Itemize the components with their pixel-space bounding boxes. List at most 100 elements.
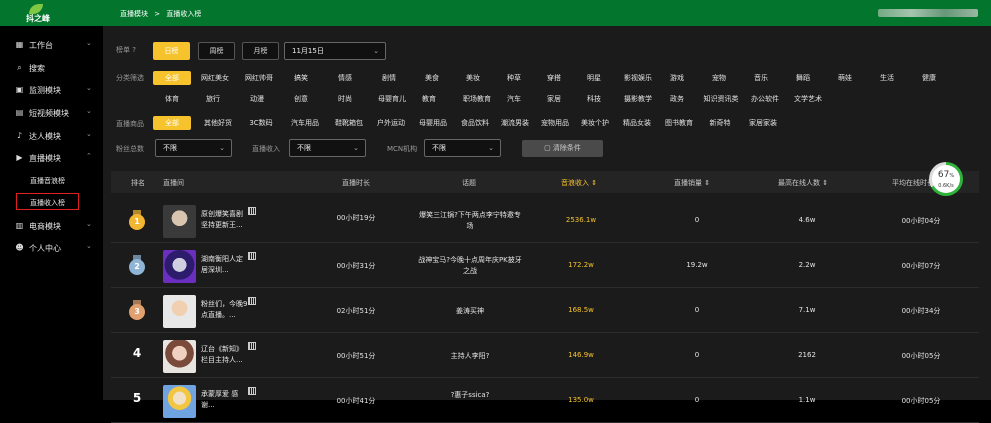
category-chip-r2-9[interactable]: 家居 [538,92,570,106]
avatar[interactable] [163,205,196,238]
anchor-name[interactable]: 原创爆笑喜剧坚持更新王... [201,209,249,231]
category-chip-6[interactable]: 美食 [416,71,448,85]
category-chip-r2-7[interactable]: 职场教育 [457,92,497,106]
category-chip-r2-1[interactable]: 旅行 [197,92,229,106]
category-chip-14[interactable]: 音乐 [745,71,777,85]
qr-code-icon[interactable] [248,387,256,395]
category-chip-10[interactable]: 明星 [578,71,610,85]
sidebar-item-search[interactable]: ⌕ 搜索 [0,61,103,75]
category-chip-4[interactable]: 情感 [329,71,361,85]
avatar[interactable] [163,250,196,283]
category-chip-8[interactable]: 种草 [498,71,530,85]
category-chip-13[interactable]: 宠物 [703,71,735,85]
goods-chip-3[interactable]: 汽车用品 [285,116,325,130]
chevron-down-icon: ⌄ [86,107,92,115]
table-row[interactable]: 5 承蒙厚爱 感谢... 00小时41分 ?惠子ssica? 135.0w 0 … [111,379,979,423]
network-speed-widget[interactable]: 67% 0.6K/s [929,162,963,196]
category-chip-15[interactable]: 舞蹈 [787,71,819,85]
income-select[interactable]: 不限 ⌄ [289,139,366,157]
sidebar-subitem-income-rank[interactable]: 直播收入榜 [16,193,79,210]
goods-chip-4[interactable]: 鞋靴箱包 [329,116,369,130]
qr-code-icon[interactable] [248,297,256,305]
category-chip-r2-10[interactable]: 科技 [578,92,610,106]
goods-chip-12[interactable]: 图书教育 [659,116,699,130]
breadcrumb-parent[interactable]: 直播模块 [120,10,148,18]
category-chip-r2-2[interactable]: 动漫 [241,92,273,106]
col-peak-online-sortable[interactable]: 最高在线人数 ⇕ [778,178,828,188]
category-chip-1[interactable]: 网红美女 [197,71,233,85]
goods-chip-2[interactable]: 3C数码 [241,116,281,130]
sidebar-item-profile[interactable]: ☻ 个人中心 ⌄ [0,241,103,255]
income-cell: 172.2w [568,261,594,269]
sidebar-item-workbench[interactable]: ▦ 工作台 ⌄ [0,38,103,52]
avatar[interactable] [163,295,196,328]
sidebar-item-ecommerce[interactable]: ▥ 电商模块 ⌄ [0,219,103,233]
brand-logo[interactable]: 抖之峰 [26,4,52,23]
mcn-select[interactable]: 不限 ⌄ [424,139,501,157]
goods-chip-6[interactable]: 母婴用品 [413,116,453,130]
anchor-name[interactable]: 承蒙厚爱 感谢... [201,389,249,411]
category-chip-r2-0[interactable]: 体育 [153,92,191,106]
category-chip-r2-3[interactable]: 创意 [285,92,317,106]
category-chip-9[interactable]: 穿搭 [538,71,570,85]
goods-chip-8[interactable]: 潮流男装 [495,116,535,130]
sidebar-item-monitor[interactable]: ▣ 监测模块 ⌄ [0,83,103,97]
avatar[interactable] [163,340,196,373]
sidebar-item-short-video[interactable]: ▤ 短视频模块 ⌄ [0,106,103,120]
category-chip-18[interactable]: 健康 [913,71,945,85]
goods-chip-9[interactable]: 宠物用品 [535,116,575,130]
table-row[interactable]: 1 原创爆笑喜剧坚持更新王... 00小时19分 爆笑三江锅?下午两点李宁特邀专… [111,199,979,243]
goods-chip-11[interactable]: 精品女装 [617,116,657,130]
category-chip-11[interactable]: 影视娱乐 [618,71,658,85]
col-income-sortable[interactable]: 音浪收入 ⇕ [561,178,597,188]
table-row[interactable]: 2 湖南衡阳人定居深圳... 00小时31分 战神宝马?今晚十点周年庆PK披牙之… [111,244,979,288]
table-row[interactable]: 4 辽台《新知》栏目主持人... 00小时51分 主持人李阳? 146.9w 0… [111,334,979,378]
category-chip-r2-6[interactable]: 教育 [413,92,445,106]
avg-online-cell: 00小时04分 [901,217,941,225]
table-row[interactable]: 3 粉丝们，今晚9点直播。... 02小时51分 姜涛买神 168.5w 0 7… [111,289,979,333]
goods-chip-0[interactable]: 全部 [153,116,191,130]
category-chip-7[interactable]: 美妆 [457,71,489,85]
category-chip-r2-4[interactable]: 时尚 [329,92,361,106]
category-chip-0[interactable]: 全部 [153,71,191,85]
qr-code-icon[interactable] [248,252,256,260]
category-chip-2[interactable]: 网红帅哥 [241,71,277,85]
category-chip-17[interactable]: 生活 [871,71,903,85]
date-select[interactable]: 11月15日 ⌄ [284,42,386,60]
goods-chip-5[interactable]: 户外运动 [371,116,411,130]
clear-filters-button[interactable]: ▢ 清除条件 [522,140,603,157]
category-chip-r2-15[interactable]: 文学艺术 [787,92,829,106]
sidebar-item-live[interactable]: ▶ 直播模块 ⌃ [0,151,103,165]
monthly-rank-button[interactable]: 月榜 [242,42,279,60]
category-chip-r2-14[interactable]: 办公软件 [745,92,785,106]
anchor-name[interactable]: 湖南衡阳人定居深圳... [201,254,249,276]
daily-rank-button[interactable]: 日榜 [153,42,190,60]
category-chip-12[interactable]: 游戏 [661,71,693,85]
fans-select[interactable]: 不限 ⌄ [155,139,232,157]
user-account-blurred[interactable] [878,9,978,17]
weekly-rank-button[interactable]: 周榜 [198,42,235,60]
sidebar-subitem-sound-wave-rank[interactable]: 直播音浪榜 [30,176,65,186]
sidebar-item-influencer[interactable]: ♪ 达人模块 ⌄ [0,129,103,143]
category-chip-r2-5[interactable]: 母婴育儿 [371,92,413,106]
col-sales-sortable[interactable]: 直播销量 ⇕ [674,178,710,188]
anchor-name[interactable]: 粉丝们，今晚9点直播。... [201,299,249,321]
logo-text: 抖之峰 [26,14,50,23]
qr-code-icon[interactable] [248,342,256,350]
goods-chip-1[interactable]: 其他好货 [197,116,239,130]
category-chip-r2-12[interactable]: 政务 [661,92,693,106]
medal-number: 1 [129,214,145,230]
category-chip-5[interactable]: 剧情 [373,71,405,85]
goods-chip-10[interactable]: 美妆个护 [575,116,615,130]
category-chip-3[interactable]: 搞笑 [285,71,317,85]
goods-chip-14[interactable]: 家居家装 [743,116,783,130]
avatar[interactable] [163,385,196,418]
goods-chip-7[interactable]: 食品饮料 [455,116,495,130]
category-chip-r2-11[interactable]: 摄影教学 [614,92,662,106]
qr-code-icon[interactable] [248,207,256,215]
category-chip-r2-8[interactable]: 汽车 [498,92,530,106]
category-chip-16[interactable]: 萌娃 [829,71,861,85]
category-chip-r2-13[interactable]: 知识资讯类 [699,92,743,106]
anchor-name[interactable]: 辽台《新知》栏目主持人... [201,344,249,366]
goods-chip-13[interactable]: 新奇特 [701,116,739,130]
